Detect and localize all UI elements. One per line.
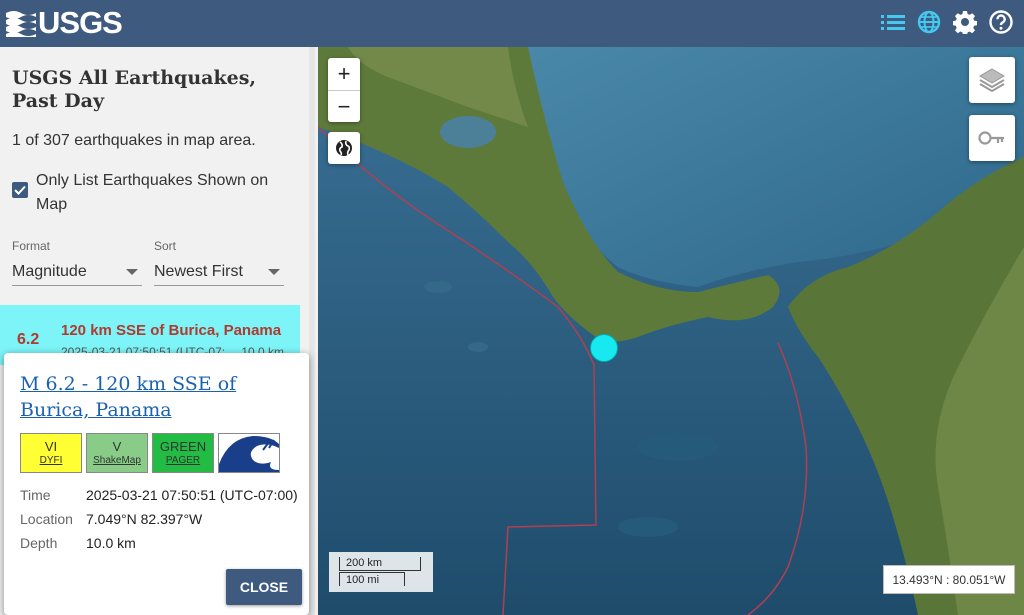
shakemap-value: V bbox=[112, 438, 122, 454]
globe-icon[interactable] bbox=[916, 8, 942, 36]
earthquake-marker[interactable] bbox=[590, 334, 618, 362]
popup-title-link[interactable]: M 6.2 - 120 km SSE of Burica, Panama bbox=[20, 371, 300, 423]
check-icon bbox=[14, 185, 26, 195]
satellite-map bbox=[318, 47, 1024, 615]
sort-caption: Sort bbox=[154, 239, 177, 253]
key-icon bbox=[978, 131, 1004, 145]
dyfi-label: DYFI bbox=[39, 454, 63, 466]
location-label: Location bbox=[20, 511, 73, 527]
depth-value: 10.0 km bbox=[86, 535, 136, 551]
format-select-group: Format Magnitude bbox=[12, 239, 142, 286]
impact-badges: VI DYFI V ShakeMap GREEN PAGER bbox=[20, 433, 280, 473]
dyfi-badge[interactable]: VI DYFI bbox=[20, 433, 82, 473]
chevron-down-icon bbox=[126, 269, 138, 275]
event-magnitude: 6.2 bbox=[17, 331, 40, 348]
usgs-wave-icon bbox=[6, 11, 36, 37]
pager-label: PAGER bbox=[165, 454, 201, 466]
only-list-label: Only List Earthquakes Shown on Map bbox=[36, 172, 269, 213]
sort-value: Newest First bbox=[154, 263, 243, 280]
layers-icon bbox=[979, 68, 1005, 93]
location-value: 7.049°N 82.397°W bbox=[86, 511, 203, 527]
zoom-in-button[interactable]: + bbox=[328, 58, 360, 90]
earthquake-popup: M 6.2 - 120 km SSE of Burica, Panama VI … bbox=[4, 353, 309, 615]
depth-label: Depth bbox=[20, 535, 58, 551]
list-icon[interactable] bbox=[880, 8, 906, 36]
help-icon[interactable] bbox=[988, 8, 1014, 36]
map-scale: 200 km 100 mi bbox=[329, 552, 433, 592]
scale-mi-label: 100 mi bbox=[339, 572, 405, 586]
time-value: 2025-03-21 07:50:51 (UTC-07:00) bbox=[86, 487, 298, 503]
only-list-shown-option[interactable]: Only List Earthquakes Shown on Map bbox=[12, 169, 292, 217]
layers-button[interactable] bbox=[969, 57, 1015, 103]
detail-location-row: Location 7.049°N 82.397°W bbox=[20, 511, 298, 535]
pager-value: GREEN bbox=[159, 438, 207, 454]
event-details: Time 2025-03-21 07:50:51 (UTC-07:00) Loc… bbox=[20, 487, 298, 559]
usgs-logo[interactable]: USGS bbox=[6, 5, 123, 40]
chevron-down-icon bbox=[268, 269, 280, 275]
gear-icon[interactable] bbox=[952, 8, 978, 36]
earthquake-count: 1 of 307 earthquakes in map area. bbox=[12, 132, 256, 149]
sort-select-group: Sort Newest First bbox=[154, 239, 284, 286]
shakemap-badge[interactable]: V ShakeMap bbox=[86, 433, 148, 473]
event-place: 120 km SSE of Burica, Panama bbox=[61, 322, 282, 339]
scale-km-label: 200 km bbox=[339, 557, 421, 571]
time-label: Time bbox=[20, 487, 51, 503]
zoom-out-button[interactable]: − bbox=[328, 90, 360, 122]
logo-text: USGS bbox=[38, 5, 123, 40]
tsunami-badge[interactable] bbox=[218, 433, 280, 473]
close-button[interactable]: CLOSE bbox=[226, 569, 302, 605]
tsunami-icon bbox=[219, 434, 279, 472]
top-header-bar: USGS bbox=[0, 0, 1024, 47]
map-area[interactable]: + − 200 km 100 mi 13.493°N : 80.051°W bbox=[318, 47, 1024, 615]
mouse-coordinates: 13.493°N : 80.051°W bbox=[883, 565, 1015, 594]
only-list-checkbox[interactable] bbox=[12, 182, 28, 198]
format-value: Magnitude bbox=[12, 263, 87, 280]
dyfi-value: VI bbox=[44, 438, 58, 454]
zoom-control: + − bbox=[328, 58, 360, 122]
world-view-button[interactable] bbox=[328, 132, 360, 164]
legend-key-button[interactable] bbox=[969, 115, 1015, 161]
detail-depth-row: Depth 10.0 km bbox=[20, 535, 298, 559]
sort-select[interactable]: Newest First bbox=[154, 259, 284, 286]
shakemap-label: ShakeMap bbox=[93, 454, 141, 466]
sidebar-scrollbar[interactable] bbox=[309, 47, 315, 615]
pager-badge[interactable]: GREEN PAGER bbox=[152, 433, 214, 473]
globe-icon bbox=[336, 140, 352, 156]
detail-time-row: Time 2025-03-21 07:50:51 (UTC-07:00) bbox=[20, 487, 298, 511]
format-select[interactable]: Magnitude bbox=[12, 259, 142, 286]
format-caption: Format bbox=[12, 239, 51, 253]
feed-title: USGS All Earthquakes, Past Day bbox=[12, 67, 257, 112]
